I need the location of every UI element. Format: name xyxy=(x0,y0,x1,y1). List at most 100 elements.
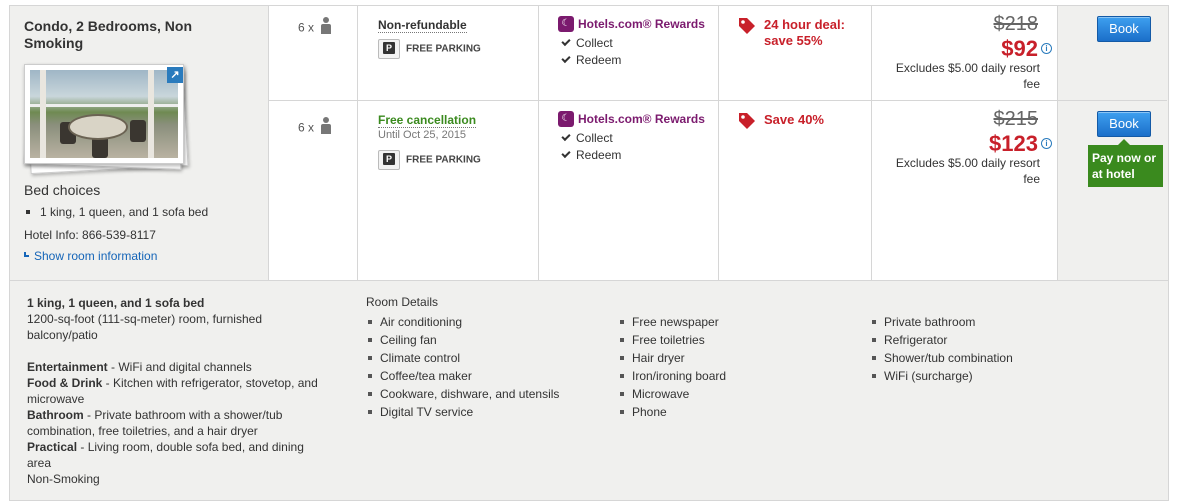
occupancy: 6 x xyxy=(298,117,332,137)
desc-bathroom: Bathroom - Private bathroom with a showe… xyxy=(27,407,327,439)
pay-option-badge: Pay now or at hotel xyxy=(1088,139,1163,187)
expand-small-icon xyxy=(24,252,29,258)
info-icon[interactable]: i xyxy=(1041,138,1052,149)
hotel-info-phone: Hotel Info: 866-539-8117 xyxy=(24,228,156,242)
show-room-information-link[interactable]: Show room information xyxy=(24,249,157,263)
show-room-information-label: Show room information xyxy=(34,249,158,263)
occupancy-count: 6 x xyxy=(298,20,315,35)
rewards-title[interactable]: Hotels.com® Rewards xyxy=(578,17,705,31)
desc-bed-line: 1 king, 1 queen, and 1 sofa bed xyxy=(27,296,205,310)
amenity-item: Digital TV service xyxy=(368,403,559,421)
original-price: $215 xyxy=(993,108,1039,130)
rate-policy: Free cancellation Until Oct 25, 2015 xyxy=(378,113,477,141)
desc-food-label: Food & Drink xyxy=(27,376,103,390)
amenity-item: Climate control xyxy=(368,349,559,367)
room-photo[interactable]: ↗ xyxy=(24,64,184,164)
deal-badge: 24 hour deal: save 55% xyxy=(738,17,868,57)
book-button[interactable]: Book xyxy=(1097,16,1151,42)
room-description: 1 king, 1 queen, and 1 sofa bed 1200-sq-… xyxy=(27,295,327,487)
policy-title[interactable]: Free cancellation xyxy=(378,113,477,128)
amenity-item: Private bathroom xyxy=(872,313,1013,331)
person-icon xyxy=(321,17,332,34)
occupancy-count: 6 x xyxy=(298,120,315,135)
desc-practical-label: Practical xyxy=(27,440,78,454)
bed-choice-label: 1 king, 1 queen, and 1 sofa bed xyxy=(40,205,209,219)
collect-item: Collect xyxy=(558,36,705,50)
desc-bathroom-label: Bathroom xyxy=(27,408,84,422)
bullet-icon xyxy=(26,209,30,214)
person-icon xyxy=(321,117,332,134)
divider xyxy=(268,6,269,280)
current-price: $92 xyxy=(1001,36,1038,61)
rate-policy: Non-refundable xyxy=(378,18,467,33)
parking-label: FREE PARKING xyxy=(406,154,481,166)
desc-smoking: Non-Smoking xyxy=(27,472,100,486)
amenities-column-1: Air conditioning Ceiling fan Climate con… xyxy=(368,313,559,421)
deal-text: 24 hour deal: save 55% xyxy=(764,17,845,48)
amenities-column-3: Private bathroom Refrigerator Shower/tub… xyxy=(872,313,1013,385)
check-icon xyxy=(561,53,571,64)
redeem-item: Redeem xyxy=(558,53,705,67)
policy-title[interactable]: Non-refundable xyxy=(378,18,467,33)
amenity-item: Refrigerator xyxy=(872,331,1013,349)
rewards-title[interactable]: Hotels.com® Rewards xyxy=(578,112,705,126)
policy-subtitle: Until Oct 25, 2015 xyxy=(378,129,467,141)
resort-fee-note: Excludes $5.00 daily resort fee xyxy=(895,61,1040,91)
deal-text: Save 40% xyxy=(764,112,824,127)
amenity-item: Air conditioning xyxy=(368,313,559,331)
amenity-item: Iron/ironing board xyxy=(620,367,726,385)
book-button[interactable]: Book xyxy=(1097,111,1151,137)
row-divider xyxy=(269,100,1167,101)
desc-entertainment-text: - WiFi and digital channels xyxy=(107,360,252,374)
amenity-item: Ceiling fan xyxy=(368,331,559,349)
collect-label: Collect xyxy=(576,36,613,50)
room-photo-gallery[interactable]: ↗ xyxy=(22,64,192,175)
amenity-item: Cookware, dishware, and utensils xyxy=(368,385,559,403)
amenity-item: Microwave xyxy=(620,385,726,403)
desc-entertainment-label: Entertainment xyxy=(27,360,108,374)
occupancy: 6 x xyxy=(298,17,332,37)
parking-label: FREE PARKING xyxy=(406,43,481,55)
original-price: $218 xyxy=(993,13,1039,35)
info-icon[interactable]: i xyxy=(1041,43,1052,54)
rewards-icon: ☾ xyxy=(558,16,574,32)
rewards-block: ☾ Hotels.com® Rewards Collect Redeem xyxy=(558,16,705,67)
parking-badge: P FREE PARKING xyxy=(378,39,481,59)
room-summary: Condo, 2 Bedrooms, Non Smoking ↗ Bed cho… xyxy=(10,6,268,280)
collect-label: Collect xyxy=(576,131,613,145)
rate-table: 6 x Non-refundable P FREE PARKING ☾ Hotels… xyxy=(268,6,1168,280)
redeem-item: Redeem xyxy=(558,148,705,162)
collect-item: Collect xyxy=(558,131,705,145)
bed-choice-item: 1 king, 1 queen, and 1 sofa bed xyxy=(26,205,208,219)
amenities-column-2: Free newspaper Free toiletries Hair drye… xyxy=(620,313,726,421)
amenity-item: Hair dryer xyxy=(620,349,726,367)
bed-choices-heading: Bed choices xyxy=(24,182,101,198)
check-icon xyxy=(561,131,571,142)
parking-badge: P FREE PARKING xyxy=(378,150,481,170)
amenity-item: Coffee/tea maker xyxy=(368,367,559,385)
expand-icon[interactable]: ↗ xyxy=(167,67,183,83)
current-price: $123 xyxy=(989,131,1038,156)
room-details-heading: Room Details xyxy=(366,295,439,309)
amenity-item: Free toiletries xyxy=(620,331,726,349)
desc-practical: Practical - Living room, double sofa bed… xyxy=(27,439,327,471)
redeem-label: Redeem xyxy=(576,53,622,67)
room-offer-section: Condo, 2 Bedrooms, Non Smoking ↗ Bed cho… xyxy=(10,6,1168,280)
divider xyxy=(718,6,719,280)
amenity-item: WiFi (surcharge) xyxy=(872,367,1013,385)
desc-food: Food & Drink - Kitchen with refrigerator… xyxy=(27,375,327,407)
price-tag-icon xyxy=(739,18,755,34)
desc-size-line: 1200-sq-foot (111-sq-meter) room, furnis… xyxy=(27,312,262,342)
rewards-block: ☾ Hotels.com® Rewards Collect Redeem xyxy=(558,111,705,162)
resort-fee-note: Excludes $5.00 daily resort fee xyxy=(895,156,1040,186)
price-tag-icon xyxy=(739,113,755,129)
desc-entertainment: Entertainment - WiFi and digital channel… xyxy=(27,359,327,375)
divider xyxy=(538,6,539,280)
redeem-label: Redeem xyxy=(576,148,622,162)
room-photo-image xyxy=(30,70,178,158)
parking-icon: P xyxy=(378,39,400,59)
amenity-item: Phone xyxy=(620,403,726,421)
parking-icon: P xyxy=(378,150,400,170)
rewards-icon: ☾ xyxy=(558,111,574,127)
room-title: Condo, 2 Bedrooms, Non Smoking xyxy=(24,18,192,51)
